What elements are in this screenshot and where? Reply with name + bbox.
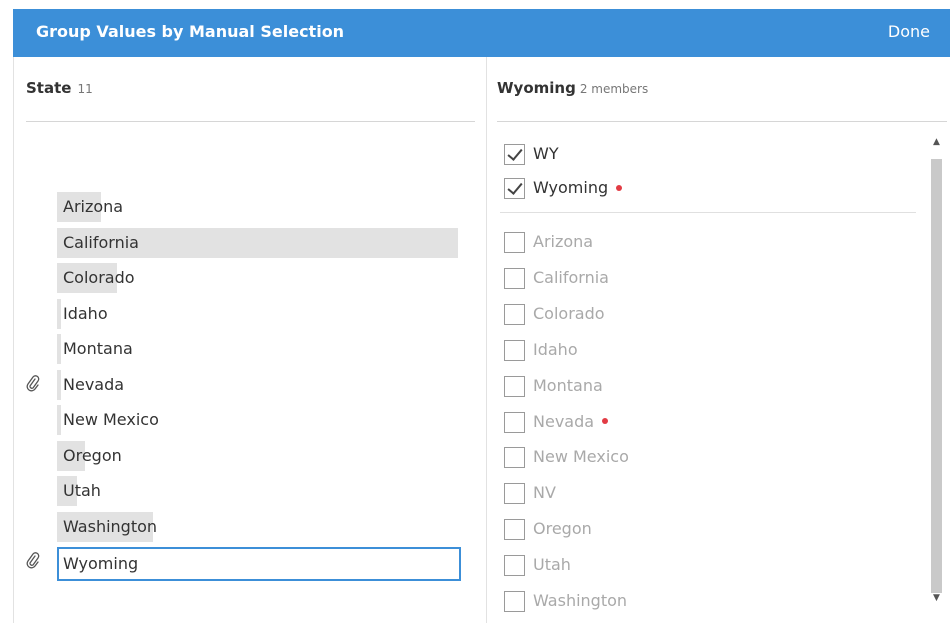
- value-count: 11: [77, 82, 93, 96]
- member-row[interactable]: Oregon: [504, 518, 914, 546]
- divider: [497, 121, 947, 122]
- member-row[interactable]: California: [504, 267, 914, 295]
- member-label: New Mexico: [533, 447, 629, 466]
- checkbox-checked[interactable]: [504, 178, 525, 199]
- checkbox[interactable]: [504, 375, 525, 397]
- member-label: NV: [533, 483, 556, 502]
- member-name: Washington: [533, 591, 628, 610]
- dialog-title: Group Values by Manual Selection: [36, 22, 345, 41]
- checkbox[interactable]: [504, 339, 525, 361]
- checkbox[interactable]: [504, 591, 525, 612]
- member-label: Colorado: [533, 304, 605, 323]
- value-label: Idaho: [63, 303, 108, 323]
- member-row[interactable]: Colorado: [504, 303, 914, 331]
- value-label: California: [63, 232, 139, 252]
- value-row[interactable]: Colorado: [57, 263, 462, 293]
- checkbox[interactable]: [504, 483, 525, 505]
- member-name: Colorado: [533, 303, 605, 323]
- checkbox-checked[interactable]: [504, 144, 525, 165]
- value-label: Montana: [63, 339, 133, 358]
- group-name: Wyoming: [497, 79, 576, 97]
- member-name: California: [533, 267, 609, 287]
- value-row[interactable]: Idaho: [57, 298, 462, 329]
- value-row[interactable]: Nevada: [57, 369, 462, 400]
- group-header: Wyoming 2 members: [497, 79, 648, 97]
- checked-divider: [500, 212, 916, 213]
- value-label: New Mexico: [63, 410, 159, 429]
- value-row[interactable]: Oregon: [57, 440, 462, 471]
- checkbox[interactable]: [504, 267, 525, 289]
- member-row[interactable]: Arizona: [504, 231, 914, 259]
- group-member-count: 2 members: [579, 82, 649, 96]
- scroll-up-icon[interactable]: ▲: [931, 137, 942, 151]
- field-header: State 11: [26, 79, 93, 97]
- value-label: Arizona: [63, 197, 124, 216]
- dialog-header: Group Values by Manual Selection Done: [13, 9, 950, 57]
- member-row-checked[interactable]: WY: [504, 143, 914, 171]
- paperclip-icon: [25, 374, 41, 395]
- member-name: WY: [533, 144, 559, 163]
- paperclip-icon: [25, 552, 41, 572]
- member-name: NV: [533, 483, 556, 503]
- changed-dot-icon: [616, 184, 623, 191]
- member-row-checked[interactable]: Wyoming: [504, 177, 914, 205]
- member-label: Arizona: [533, 232, 593, 251]
- member-row[interactable]: NV: [504, 482, 914, 510]
- value-label: Utah: [63, 481, 101, 500]
- value-row[interactable]: Washington: [57, 511, 462, 542]
- field-values-panel: State 11 Arizona California Colorado Idaho Mo…: [13, 57, 487, 623]
- member-label: Nevada: [533, 411, 609, 431]
- member-label: Idaho: [533, 340, 578, 359]
- member-name: Nevada: [533, 411, 595, 431]
- member-row[interactable]: Utah: [504, 554, 914, 582]
- value-row[interactable]: New Mexico: [57, 405, 462, 435]
- member-row[interactable]: Nevada: [504, 411, 914, 439]
- member-row[interactable]: Montana: [504, 375, 914, 403]
- value-row[interactable]: California: [57, 227, 462, 258]
- member-name: Wyoming: [533, 178, 609, 197]
- scroll-down-icon[interactable]: ▼: [931, 593, 942, 607]
- checkbox[interactable]: [504, 555, 525, 577]
- value-frequency-bar: [57, 405, 61, 435]
- done-button[interactable]: Done: [888, 22, 930, 41]
- divider: [26, 121, 475, 122]
- value-label: Colorado: [63, 268, 135, 287]
- member-row[interactable]: New Mexico: [504, 446, 914, 474]
- member-label: WY: [533, 144, 559, 163]
- value-frequency-bar: [57, 369, 61, 400]
- checkbox[interactable]: [504, 447, 525, 469]
- changed-dot-icon: [602, 418, 609, 424]
- checkbox[interactable]: [504, 232, 525, 253]
- value-frequency-bar: [57, 334, 61, 364]
- member-name: New Mexico: [533, 447, 629, 467]
- member-label: Utah: [533, 555, 571, 574]
- value-frequency-bar: [57, 298, 61, 329]
- member-row[interactable]: Idaho: [504, 339, 914, 367]
- members-scrollbar[interactable]: ▲ ▼: [929, 137, 944, 610]
- checkbox[interactable]: [504, 411, 525, 433]
- value-label: Washington: [63, 516, 158, 536]
- member-label: California: [533, 268, 609, 287]
- member-label: Oregon: [533, 519, 592, 538]
- value-row[interactable]: Utah: [57, 476, 462, 506]
- member-label: Washington: [533, 591, 627, 610]
- field-name: State: [26, 79, 72, 97]
- value-label: Wyoming: [63, 554, 139, 573]
- member-row[interactable]: Washington: [504, 590, 914, 618]
- value-row[interactable]: Arizona: [57, 192, 462, 222]
- member-name: Montana: [533, 375, 603, 395]
- value-label: Oregon: [63, 445, 122, 465]
- member-name: Arizona: [533, 232, 594, 251]
- checkbox[interactable]: [504, 303, 525, 325]
- member-label: Wyoming: [533, 178, 623, 197]
- scroll-thumb[interactable]: [931, 159, 942, 593]
- value-row[interactable]: Wyoming: [57, 547, 462, 581]
- checkbox[interactable]: [504, 519, 525, 541]
- member-name: Idaho: [533, 339, 578, 359]
- value-row[interactable]: Montana: [57, 334, 462, 364]
- member-label: Montana: [533, 376, 603, 395]
- value-label: Nevada: [63, 374, 125, 394]
- member-name: Utah: [533, 555, 571, 575]
- member-name: Oregon: [533, 519, 592, 539]
